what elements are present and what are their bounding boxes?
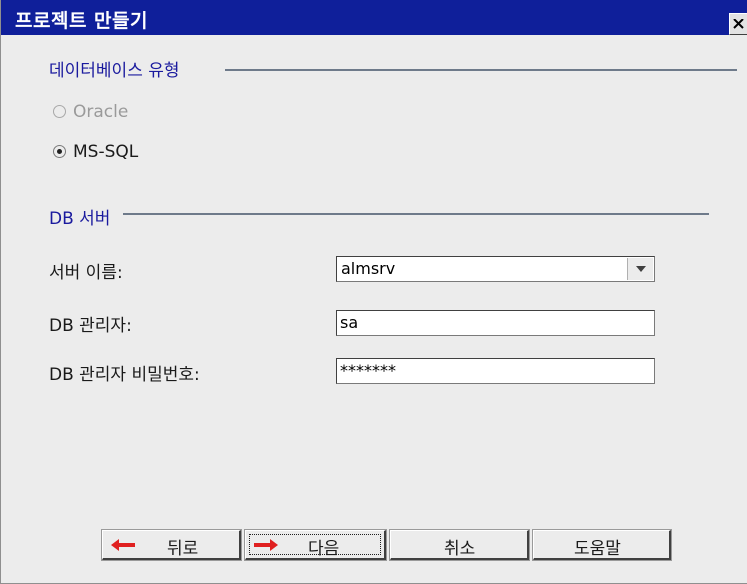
title-bar: 프로젝트 만들기 (1, 0, 747, 35)
cancel-button-label: 취소 (444, 539, 476, 559)
close-button[interactable] (729, 13, 747, 35)
db-server-section-divider (123, 213, 709, 215)
help-button[interactable]: 도움말 (532, 529, 672, 561)
server-name-combobox[interactable]: almsrv (336, 256, 655, 282)
arrow-left-icon (111, 539, 135, 551)
back-button-label: 뒤로 (167, 539, 199, 559)
db-type-section-title: 데이터베이스 유형 (49, 61, 180, 81)
help-button-label: 도움말 (574, 539, 621, 559)
db-server-section-title: DB 서버 (49, 209, 111, 229)
db-admin-password-label: DB 관리자 비밀번호: (49, 365, 200, 385)
radio-oracle-circle[interactable] (53, 105, 66, 118)
server-name-value: almsrv (341, 259, 396, 278)
next-button-label: 다음 (308, 539, 340, 559)
back-button[interactable]: 뒤로 (101, 529, 242, 561)
chevron-down-icon (636, 266, 646, 272)
server-name-label: 서버 이름: (49, 263, 123, 283)
close-icon (733, 19, 744, 29)
radio-oracle-label: Oracle (73, 102, 129, 122)
db-admin-input[interactable]: sa (336, 310, 655, 336)
server-name-dropdown-button[interactable] (627, 258, 653, 280)
cancel-button[interactable]: 취소 (389, 529, 530, 561)
next-button[interactable]: 다음 (244, 529, 387, 561)
db-admin-label: DB 관리자: (49, 316, 132, 336)
radio-mssql-circle[interactable] (53, 145, 66, 158)
arrow-right-icon (254, 539, 278, 551)
create-project-dialog: 프로젝트 만들기 데이터베이스 유형 Oracle MS-SQL DB 서버 서… (0, 0, 747, 584)
radio-mssql-label: MS-SQL (73, 142, 139, 162)
db-admin-password-input[interactable]: ******* (336, 358, 655, 384)
db-type-section-divider (225, 69, 737, 71)
radio-selected-dot (57, 149, 62, 154)
window-title: 프로젝트 만들기 (15, 10, 148, 32)
